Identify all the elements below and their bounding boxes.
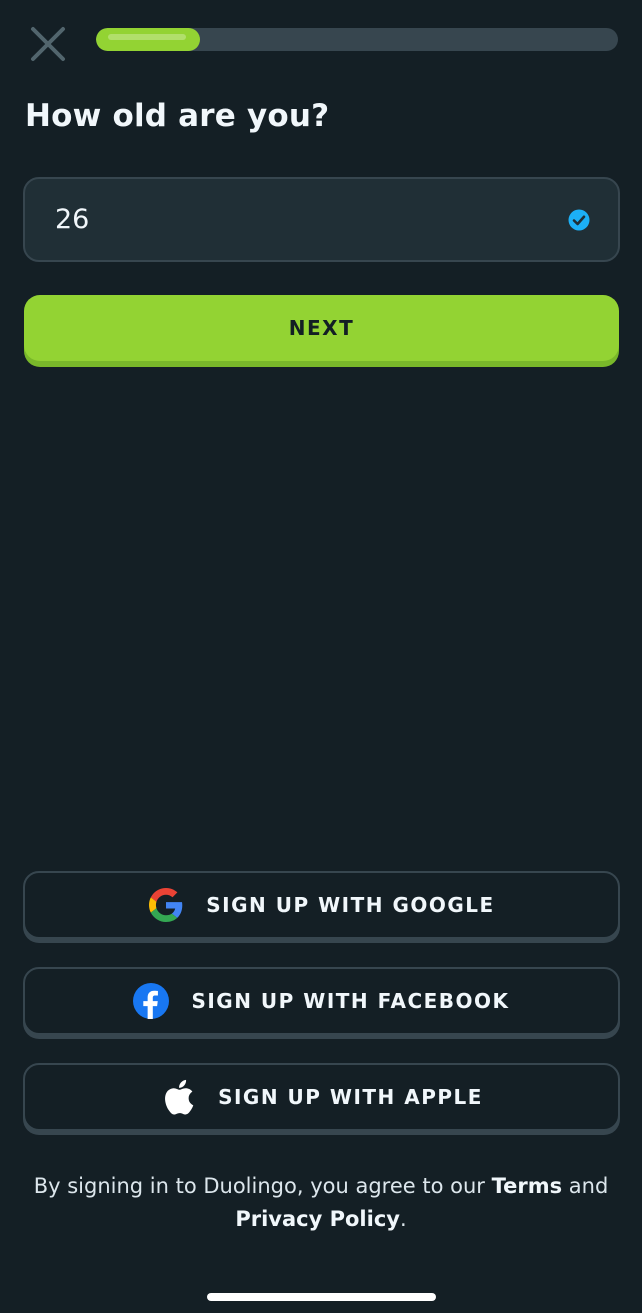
apple-signup-label: SIGN UP WITH APPLE — [218, 1085, 483, 1109]
google-signup-button[interactable]: SIGN UP WITH GOOGLE — [23, 871, 620, 939]
legal-prefix: By signing in to Duolingo, you agree to … — [33, 1174, 492, 1198]
check-circle-icon — [568, 209, 590, 230]
apple-signup-button[interactable]: SIGN UP WITH APPLE — [23, 1063, 620, 1131]
legal-suffix: . — [399, 1207, 407, 1231]
close-icon — [31, 27, 65, 61]
apple-icon — [160, 1079, 196, 1115]
home-indicator[interactable] — [207, 1293, 436, 1301]
google-icon — [148, 887, 184, 923]
legal-text: By signing in to Duolingo, you agree to … — [0, 1170, 642, 1236]
progress-fill — [96, 28, 201, 51]
legal-middle: and — [562, 1174, 609, 1198]
google-signup-label: SIGN UP WITH GOOGLE — [206, 893, 495, 917]
close-button[interactable] — [26, 22, 70, 66]
privacy-policy-link[interactable]: Privacy Policy — [235, 1207, 400, 1231]
progress-shine — [108, 34, 187, 40]
facebook-icon — [133, 983, 170, 1019]
facebook-signup-button[interactable]: SIGN UP WITH FACEBOOK — [23, 967, 620, 1035]
age-field[interactable] — [23, 177, 620, 262]
facebook-signup-label: SIGN UP WITH FACEBOOK — [191, 989, 510, 1013]
progress-bar — [96, 28, 618, 51]
next-button[interactable]: NEXT — [24, 295, 619, 361]
page-title: How old are you? — [25, 98, 330, 134]
age-input[interactable] — [55, 204, 568, 235]
terms-link[interactable]: Terms — [492, 1174, 563, 1198]
